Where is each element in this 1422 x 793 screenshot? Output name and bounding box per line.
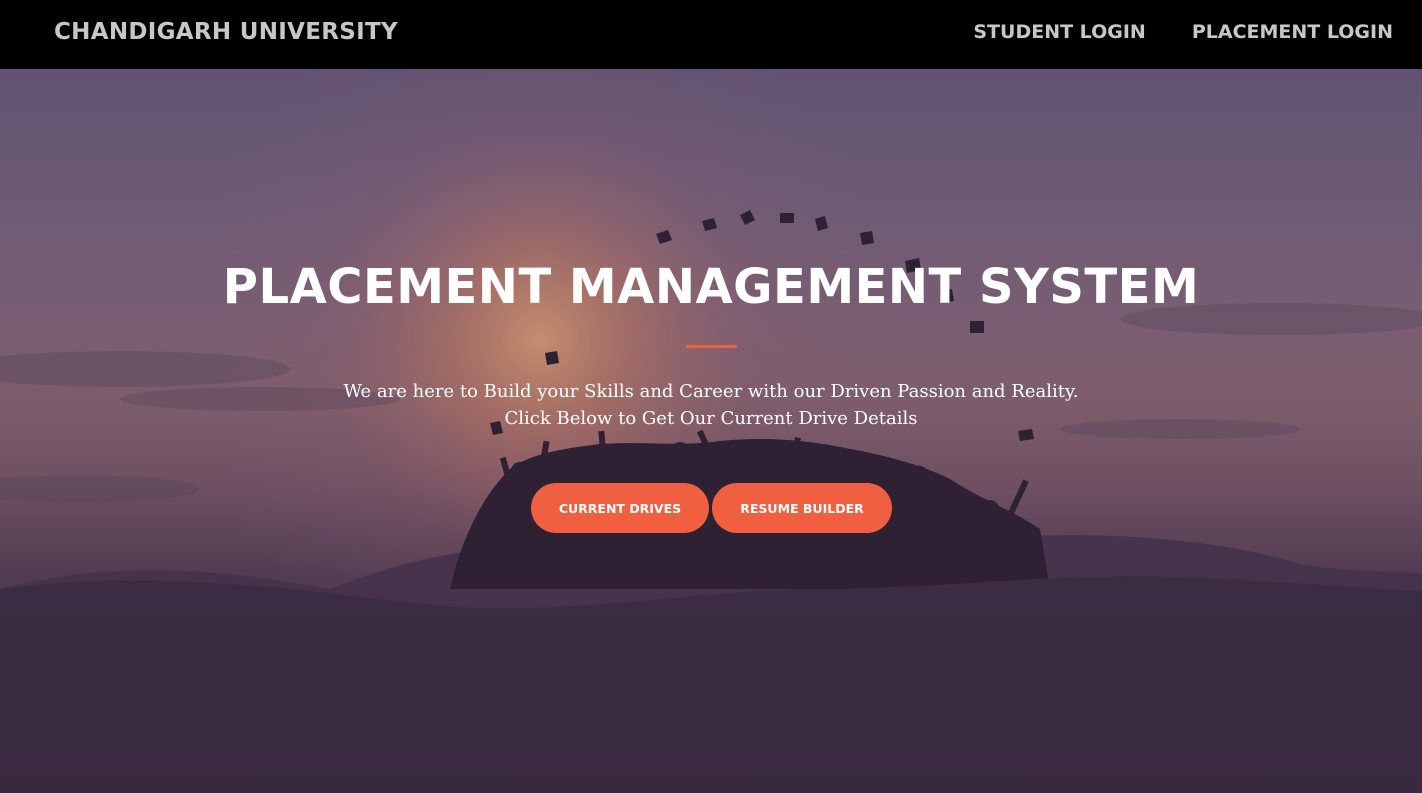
navbar: CHANDIGARH UNIVERSITY STUDENT LOGIN PLAC… — [0, 0, 1422, 69]
hero-subtitle-line-2: Click Below to Get Our Current Drive Det… — [504, 408, 918, 429]
nav-placement-login-link[interactable]: PLACEMENT LOGIN — [1192, 21, 1393, 43]
nav-student-login-link[interactable]: STUDENT LOGIN — [973, 21, 1145, 43]
hero-content: PLACEMENT MANAGEMENT SYSTEM We are here … — [0, 69, 1422, 793]
hero-divider — [686, 345, 737, 348]
hero-subtitle: We are here to Build your Skills and Car… — [0, 378, 1422, 432]
resume-builder-button[interactable]: RESUME BUILDER — [712, 483, 892, 533]
current-drives-button[interactable]: CURRENT DRIVES — [531, 483, 709, 533]
hero-buttons: CURRENT DRIVES RESUME BUILDER — [531, 483, 892, 533]
hero-subtitle-line-1: We are here to Build your Skills and Car… — [343, 381, 1079, 402]
hero-section: PLACEMENT MANAGEMENT SYSTEM We are here … — [0, 69, 1422, 793]
brand-link[interactable]: CHANDIGARH UNIVERSITY — [54, 19, 398, 45]
nav-links: STUDENT LOGIN PLACEMENT LOGIN — [973, 21, 1393, 43]
hero-title: PLACEMENT MANAGEMENT SYSTEM — [222, 259, 1200, 315]
page: CHANDIGARH UNIVERSITY STUDENT LOGIN PLAC… — [0, 0, 1422, 793]
